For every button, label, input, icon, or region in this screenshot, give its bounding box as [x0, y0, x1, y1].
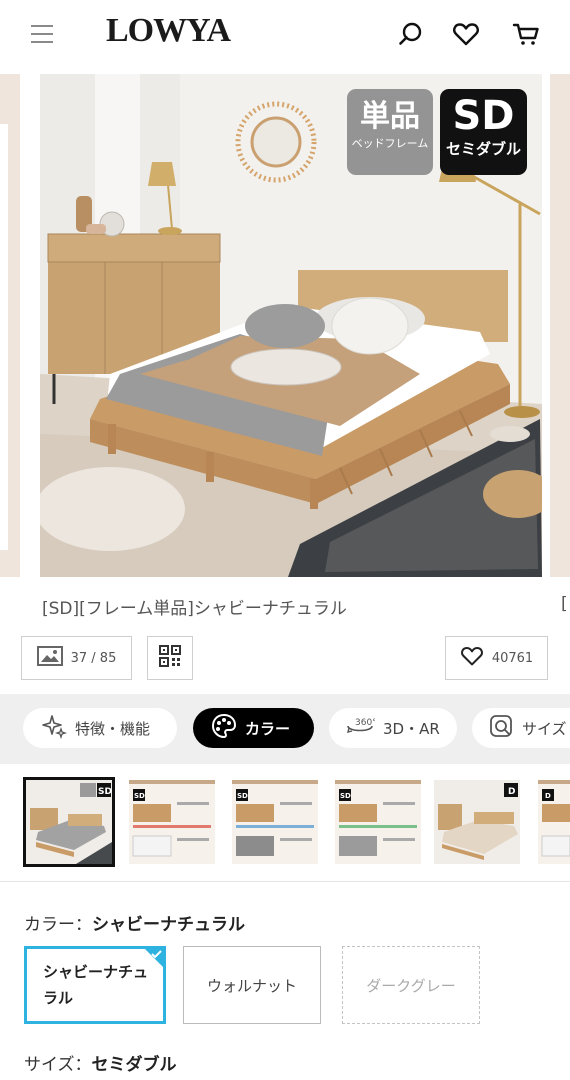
tab-size[interactable]: サイズ [472, 708, 570, 748]
qr-code-icon [159, 645, 181, 671]
heart-icon[interactable] [452, 20, 480, 48]
image-counter-button[interactable]: 37 / 85 [21, 636, 132, 680]
thumbnail-badge: SD [340, 792, 351, 800]
tab-label: サイズ [522, 719, 567, 738]
checkmark-icon [151, 950, 162, 959]
favorite-button[interactable]: 40761 [445, 636, 548, 680]
product-gallery[interactable]: 単品 ベッドフレーム SD セミダブル [0, 74, 570, 577]
thumbnail-badge: D [545, 792, 551, 800]
color-option-label: ダークグレー [366, 976, 456, 995]
thumbnail[interactable]: SD [232, 780, 318, 864]
color-label-prefix: カラー： [24, 915, 92, 935]
product-title: [SD][フレーム単品]シャビーナチュラル [42, 599, 347, 619]
size-selection-label: サイズ：セミダブル [24, 1050, 177, 1075]
tab-features[interactable]: 特徴・機能 [23, 708, 177, 748]
prev-image-peek[interactable] [0, 74, 20, 577]
thumbnail-badge: SD [98, 787, 112, 797]
image-counter-text: 37 / 85 [70, 650, 117, 666]
size-badge-main-text: SD [452, 93, 515, 139]
thumbnail[interactable]: SD [23, 777, 115, 867]
cart-icon[interactable] [512, 20, 540, 48]
thumbnail-strip: SD SD SD SD D D [0, 764, 570, 882]
feature-tabs: 特徴・機能 カラー 360° 3D・AR サイズ [0, 694, 570, 764]
thumbnail[interactable]: D [538, 780, 570, 864]
selected-size-value: セミダブル [91, 1055, 177, 1075]
single-frame-badge: 単品 ベッドフレーム [347, 89, 433, 175]
size-badge-sub-text: セミダブル [445, 140, 521, 158]
site-logo[interactable]: LOWYA [106, 12, 231, 50]
favorite-count: 40761 [491, 650, 534, 666]
site-header: LOWYA [0, 0, 570, 74]
palette-icon [211, 713, 237, 743]
qr-code-button[interactable] [147, 636, 193, 680]
hamburger-menu-icon[interactable] [31, 23, 53, 43]
image-icon [36, 646, 63, 670]
tab-label: 3D・AR [383, 719, 440, 738]
single-badge-sub-text: ベッドフレーム [351, 137, 429, 150]
color-selection-label: カラー：シャビーナチュラル [24, 910, 245, 935]
thumbnail[interactable]: SD [335, 780, 421, 864]
tab-3d-ar[interactable]: 360° 3D・AR [329, 708, 457, 748]
tab-color[interactable]: カラー [193, 708, 314, 748]
thumbnail-badge: SD [237, 792, 248, 800]
size-badge: SD セミダブル [440, 89, 527, 175]
next-image-peek[interactable] [550, 74, 570, 577]
thumbnail[interactable]: D [434, 780, 520, 864]
heart-icon [460, 645, 484, 671]
main-product-image[interactable]: 単品 ベッドフレーム SD セミダブル [40, 74, 542, 577]
thumbnail[interactable]: SD [129, 780, 215, 864]
size-icon [488, 713, 514, 743]
single-badge-main-text: 単品 [360, 99, 420, 134]
color-option-label: ウォルナット [206, 976, 297, 995]
sparkle-icon [41, 713, 68, 743]
tab-label: カラー [245, 719, 291, 738]
size-label-prefix: サイズ： [24, 1055, 92, 1075]
tab-label: 特徴・機能 [75, 719, 151, 738]
thumbnail-badge: D [508, 787, 515, 797]
thumbnail-badge: SD [134, 792, 145, 800]
color-option-shabby-natural[interactable]: シャビーナチュラル [24, 946, 166, 1024]
color-option-walnut[interactable]: ウォルナット [183, 946, 321, 1024]
next-product-title-fragment: [ [561, 594, 568, 614]
color-option-dark-gray[interactable]: ダークグレー [342, 946, 480, 1024]
360-icon: 360° [345, 714, 377, 742]
search-icon[interactable] [397, 20, 425, 48]
selected-color-value: シャビーナチュラル [92, 915, 245, 935]
color-option-label: シャビーナチュラル [43, 963, 149, 1007]
